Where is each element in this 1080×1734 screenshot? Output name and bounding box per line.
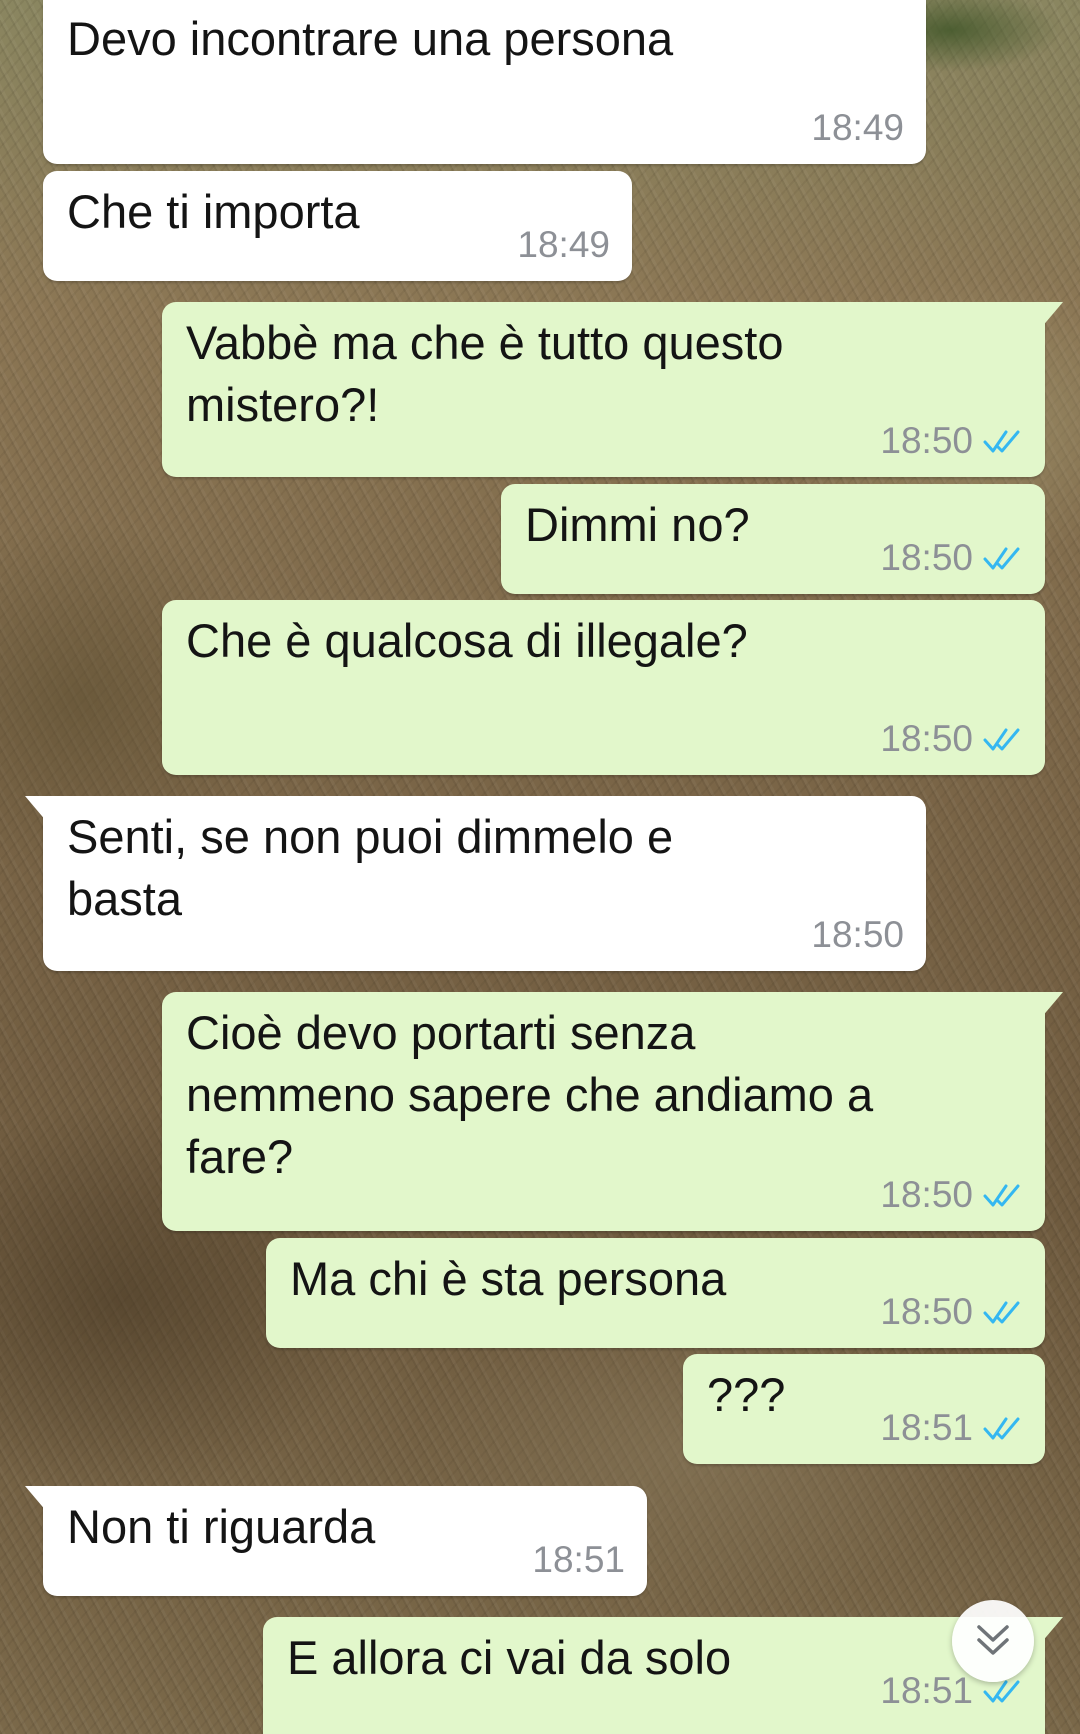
message-bubble-outgoing[interactable]: Vabbè ma che è tutto questo mistero?! 18… <box>162 302 1063 477</box>
message-bubble-outgoing[interactable]: Cioè devo portarti senza nemmeno sapere … <box>162 992 1063 1231</box>
message-bubble-outgoing[interactable]: Dimmi no? 18:50 <box>501 484 1045 594</box>
message-time: 18:51 <box>880 1670 973 1711</box>
message-time: 18:50 <box>880 718 973 759</box>
read-receipt-icon <box>983 1301 1020 1324</box>
read-receipt-icon <box>983 728 1020 751</box>
message-time: 18:50 <box>880 537 973 578</box>
message-time: 18:50 <box>811 914 904 955</box>
message-meta: 18:50 <box>880 538 1023 578</box>
message-bubble-outgoing[interactable]: Ma chi è sta persona 18:50 <box>266 1238 1045 1348</box>
message-meta: 18:51 <box>880 1408 1023 1448</box>
message-meta: 18:50 <box>880 421 1023 461</box>
read-receipt-icon <box>983 1184 1020 1207</box>
message-text: Che è qualcosa di illegale? <box>186 614 748 667</box>
message-text: Vabbè ma che è tutto questo mistero?! <box>186 316 784 431</box>
message-bubble-outgoing[interactable]: E allora ci vai da solo 18:51 <box>263 1617 1063 1734</box>
message-text: Dimmi no? <box>525 498 750 551</box>
message-time: 18:49 <box>811 107 904 148</box>
message-time: 18:50 <box>880 420 973 461</box>
message-time: 18:51 <box>532 1539 625 1580</box>
message-time: 18:49 <box>517 224 610 265</box>
message-bubble-outgoing[interactable]: Che è qualcosa di illegale? 18:50 <box>162 600 1045 775</box>
message-meta: 18:50 <box>880 1175 1023 1215</box>
message-bubble-incoming[interactable]: Non ti riguarda 18:51 <box>25 1486 647 1596</box>
message-time: 18:51 <box>880 1407 973 1448</box>
message-text: Non ti riguarda <box>67 1500 376 1553</box>
message-text: Devo incontrare una persona <box>67 12 674 65</box>
read-receipt-icon <box>983 547 1020 570</box>
message-text: ??? <box>707 1368 786 1421</box>
message-text: E allora ci vai da solo <box>287 1631 732 1684</box>
message-text: Ma chi è sta persona <box>290 1252 727 1305</box>
chat-background: Devo incontrare una persona 18:49 Che ti… <box>0 0 1080 1734</box>
message-text: Senti, se non puoi dimmelo e basta <box>67 810 674 925</box>
message-meta: 18:50 <box>811 915 904 955</box>
double-chevron-down-icon <box>977 1625 1009 1655</box>
message-meta: 18:50 <box>880 719 1023 759</box>
message-time: 18:50 <box>880 1174 973 1215</box>
message-bubble-incoming[interactable]: Che ti importa 18:49 <box>43 171 632 281</box>
message-bubble-incoming[interactable]: Devo incontrare una persona 18:49 <box>43 0 926 164</box>
message-meta: 18:49 <box>517 225 610 265</box>
read-receipt-icon <box>983 430 1020 453</box>
message-bubble-outgoing[interactable]: ??? 18:51 <box>683 1354 1045 1464</box>
message-time: 18:50 <box>880 1291 973 1332</box>
message-meta: 18:50 <box>880 1292 1023 1332</box>
message-bubble-incoming[interactable]: Senti, se non puoi dimmelo e basta 18:50 <box>25 796 926 971</box>
message-text: Cioè devo portarti senza nemmeno sapere … <box>186 1006 874 1183</box>
message-text: Che ti importa <box>67 185 360 238</box>
scroll-to-bottom-button[interactable] <box>952 1600 1034 1682</box>
message-meta: 18:49 <box>811 108 904 148</box>
read-receipt-icon <box>983 1417 1020 1440</box>
message-meta: 18:51 <box>532 1540 625 1580</box>
